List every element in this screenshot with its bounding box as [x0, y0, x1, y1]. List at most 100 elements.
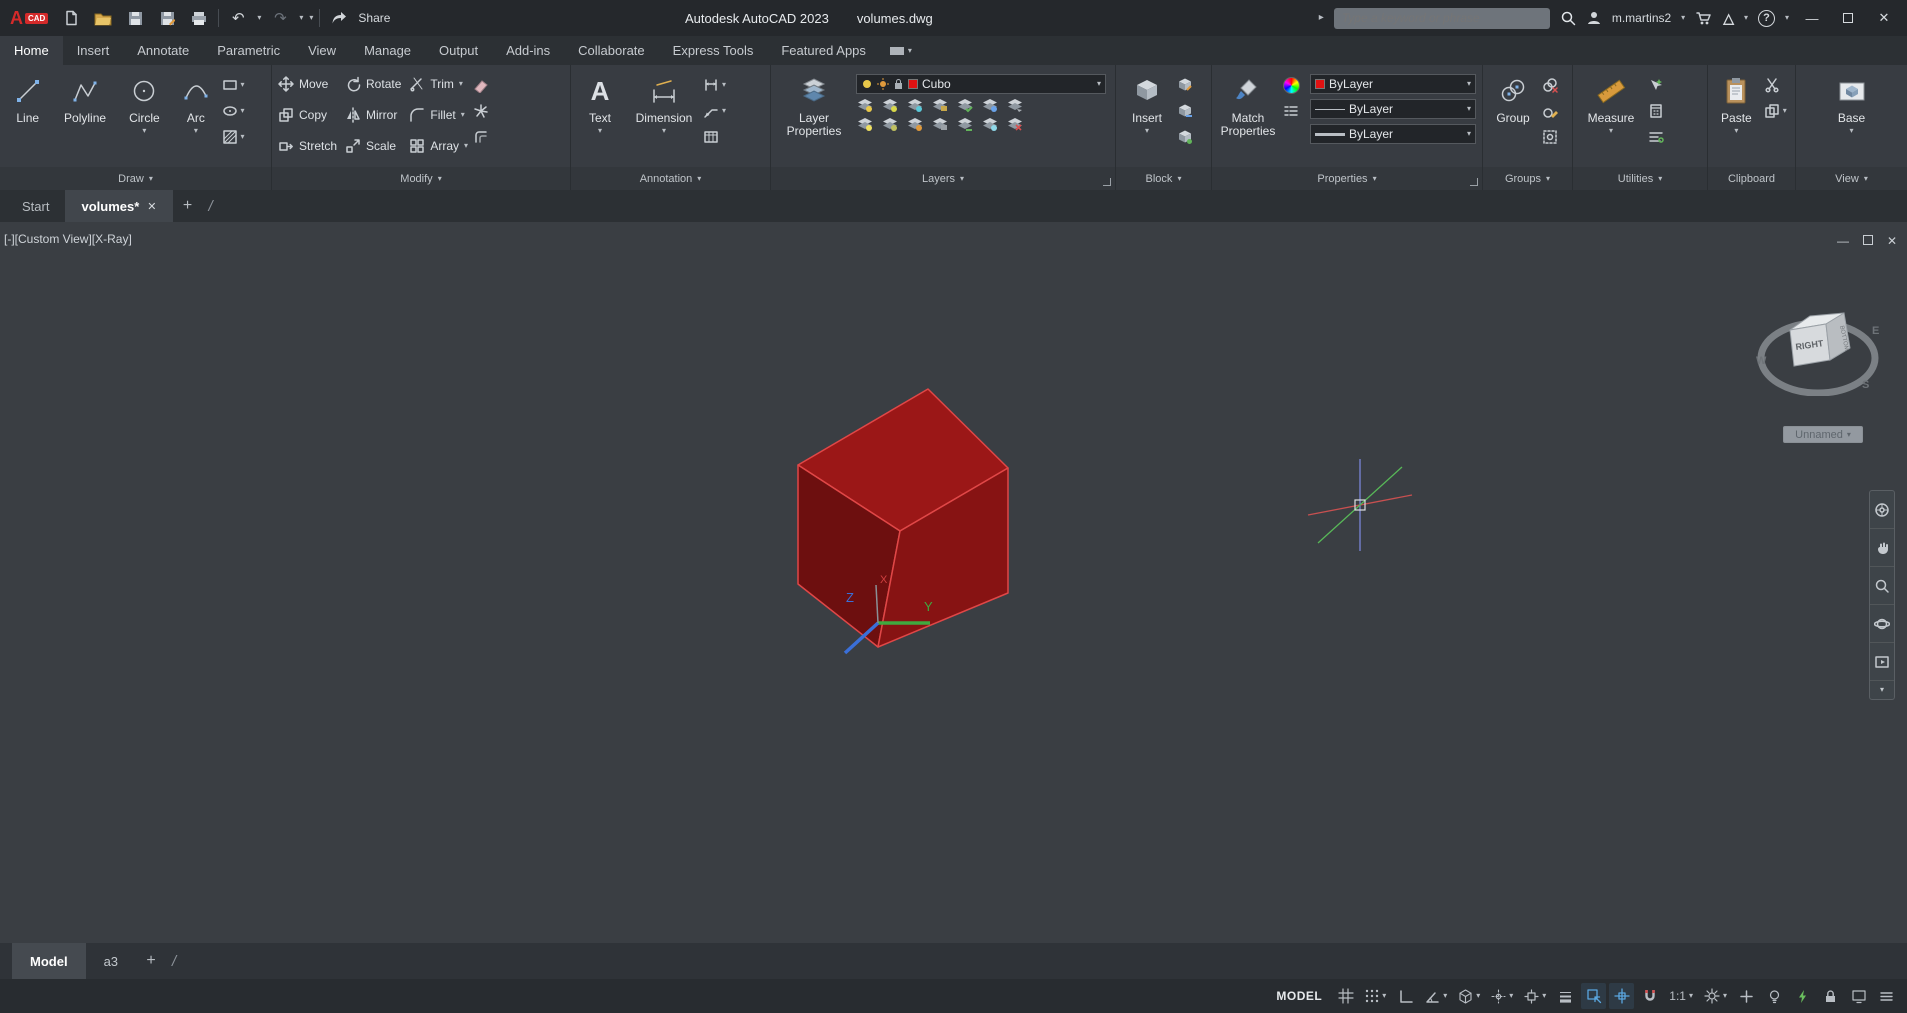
linear-dimension-button[interactable]: ▾	[703, 74, 755, 96]
viewcube-body[interactable]: RIGHT BOTTOM	[1789, 312, 1851, 367]
layer-walk-button[interactable]	[956, 116, 974, 132]
3d-cube-object[interactable]: Z Y X	[780, 380, 1030, 670]
username[interactable]: m.martins2	[1612, 11, 1671, 25]
graphics-performance-toggle[interactable]	[1790, 983, 1815, 1009]
tab-view[interactable]: View	[294, 36, 350, 65]
grid-display-toggle[interactable]	[1333, 983, 1358, 1009]
layer-on-button[interactable]	[856, 116, 874, 132]
panel-label-modify[interactable]: Modify ▾	[272, 167, 570, 190]
tab-parametric[interactable]: Parametric	[203, 36, 294, 65]
viewport-close-icon[interactable]: ✕	[1887, 234, 1897, 248]
layer-unisolate-button[interactable]	[881, 116, 899, 132]
hatch-dropdown-icon[interactable]: ▾	[241, 133, 245, 141]
tab-overflow-icon[interactable]: /	[203, 190, 219, 222]
array-dropdown-icon[interactable]: ▾	[464, 141, 468, 150]
show-motion-icon[interactable]	[1870, 643, 1894, 681]
panel-label-clipboard[interactable]: Clipboard	[1708, 167, 1795, 190]
table-button[interactable]	[703, 126, 755, 148]
measure-button[interactable]: Measure ▾	[1577, 68, 1645, 167]
create-block-button[interactable]	[1177, 74, 1203, 96]
block-attributes-button[interactable]	[1177, 126, 1203, 148]
plot-icon[interactable]	[186, 5, 212, 31]
zoom-icon[interactable]	[1870, 567, 1894, 605]
object-snap-dropdown-icon[interactable]: ▾	[1542, 992, 1546, 1000]
properties-list-icon[interactable]	[1283, 100, 1307, 122]
ribbon-display-toggle[interactable]: ▾	[880, 36, 922, 65]
layer-lock-button[interactable]	[931, 97, 949, 113]
panel-label-utilities[interactable]: Utilities ▾	[1573, 167, 1707, 190]
tab-insert[interactable]: Insert	[63, 36, 124, 65]
ungroup-button[interactable]	[1542, 74, 1568, 96]
named-view-selector[interactable]: Unnamed ▾	[1783, 426, 1863, 443]
help-dropdown-icon[interactable]: ▾	[1785, 14, 1789, 22]
lineweight-select[interactable]: ByLayer ▾	[1310, 124, 1476, 144]
text-dropdown-icon[interactable]: ▾	[598, 127, 602, 135]
navigation-wheel-icon[interactable]	[1870, 491, 1894, 529]
snap-mode-toggle[interactable]: ▾	[1361, 983, 1390, 1009]
dimension-button[interactable]: Dimension ▾	[628, 68, 700, 167]
rectangle-button[interactable]: ▾	[222, 74, 267, 96]
viewport-restore-icon[interactable]	[1862, 234, 1873, 248]
move-button[interactable]: Move	[276, 72, 339, 96]
tab-featured-apps[interactable]: Featured Apps	[767, 36, 880, 65]
file-tab-start[interactable]: Start	[6, 190, 65, 222]
undo-dropdown-icon[interactable]: ▾	[257, 14, 261, 22]
trim-dropdown-icon[interactable]: ▾	[459, 79, 463, 88]
user-avatar-icon[interactable]	[1586, 10, 1602, 26]
layer-isolate-button[interactable]	[881, 97, 899, 113]
tab-express-tools[interactable]: Express Tools	[659, 36, 768, 65]
cart-icon[interactable]	[1695, 10, 1713, 26]
pan-hand-icon[interactable]	[1870, 529, 1894, 567]
user-dropdown-icon[interactable]: ▾	[1681, 14, 1685, 22]
leader-button[interactable]: ▾	[703, 100, 755, 122]
insert-dropdown-icon[interactable]: ▾	[1145, 127, 1149, 135]
model-tab[interactable]: Model	[12, 943, 86, 979]
object-snap-toggle[interactable]: ▾	[1520, 983, 1550, 1009]
layer-thaw-button[interactable]	[906, 116, 924, 132]
qat-customize-icon[interactable]: ▾	[309, 14, 313, 22]
file-tab-close-icon[interactable]: ✕	[147, 200, 156, 213]
polar-tracking-toggle[interactable]: ▾	[1421, 983, 1451, 1009]
panel-label-layers[interactable]: Layers ▾	[771, 167, 1115, 190]
annotation-monitor-toggle[interactable]	[1734, 983, 1759, 1009]
lineweight-toggle[interactable]	[1553, 983, 1578, 1009]
search-input[interactable]	[1341, 11, 1542, 25]
new-layout-button[interactable]: +	[136, 943, 166, 979]
layout-overflow-icon[interactable]: /	[166, 943, 182, 979]
group-selection-button[interactable]	[1542, 126, 1568, 148]
view-selector-dropdown-icon[interactable]: ▾	[1847, 430, 1851, 439]
copy-clip-button[interactable]: ▾	[1764, 100, 1791, 122]
new-drawing-tab-button[interactable]: +	[173, 190, 203, 222]
fillet-button[interactable]: Fillet ▾	[407, 103, 470, 127]
arc-dropdown-icon[interactable]: ▾	[194, 127, 198, 135]
compass-west[interactable]: W	[1756, 355, 1767, 367]
search-box[interactable]	[1333, 7, 1550, 29]
layer-delete-button[interactable]	[1006, 116, 1024, 132]
offset-button[interactable]	[473, 126, 499, 148]
line-button[interactable]: Line	[4, 68, 51, 167]
window-close-button[interactable]: ✕	[1871, 10, 1897, 26]
rotate-button[interactable]: Rotate	[343, 72, 403, 96]
3d-object-snap-toggle[interactable]	[1609, 983, 1635, 1009]
measure-dropdown-icon[interactable]: ▾	[1609, 127, 1613, 135]
window-maximize-button[interactable]	[1835, 11, 1861, 26]
annotation-scale-button[interactable]: 1:1 ▾	[1665, 983, 1697, 1009]
workspace-dropdown-icon[interactable]: ▾	[1723, 992, 1727, 1000]
autodesk-app-icon[interactable]: △	[1723, 10, 1734, 27]
lineweight-dropdown-icon[interactable]: ▾	[1467, 130, 1471, 138]
clean-screen-toggle[interactable]	[1846, 983, 1871, 1009]
save-icon[interactable]	[122, 5, 148, 31]
circle-dropdown-icon[interactable]: ▾	[142, 127, 146, 135]
mirror-button[interactable]: Mirror	[343, 103, 403, 127]
object-color-dropdown-icon[interactable]: ▾	[1467, 80, 1471, 88]
hatch-button[interactable]: ▾	[222, 126, 267, 148]
linetype-select[interactable]: ByLayer ▾	[1310, 99, 1476, 119]
panel-label-view[interactable]: View ▾	[1796, 167, 1907, 190]
tab-output[interactable]: Output	[425, 36, 492, 65]
tab-annotate[interactable]: Annotate	[123, 36, 203, 65]
autodesk-app-dropdown-icon[interactable]: ▾	[1744, 14, 1748, 22]
lock-ui-toggle[interactable]	[1818, 983, 1843, 1009]
match-properties-button[interactable]: Match Properties	[1216, 68, 1280, 167]
scale-button[interactable]: Scale	[343, 134, 403, 158]
window-minimize-button[interactable]: —	[1799, 11, 1825, 26]
